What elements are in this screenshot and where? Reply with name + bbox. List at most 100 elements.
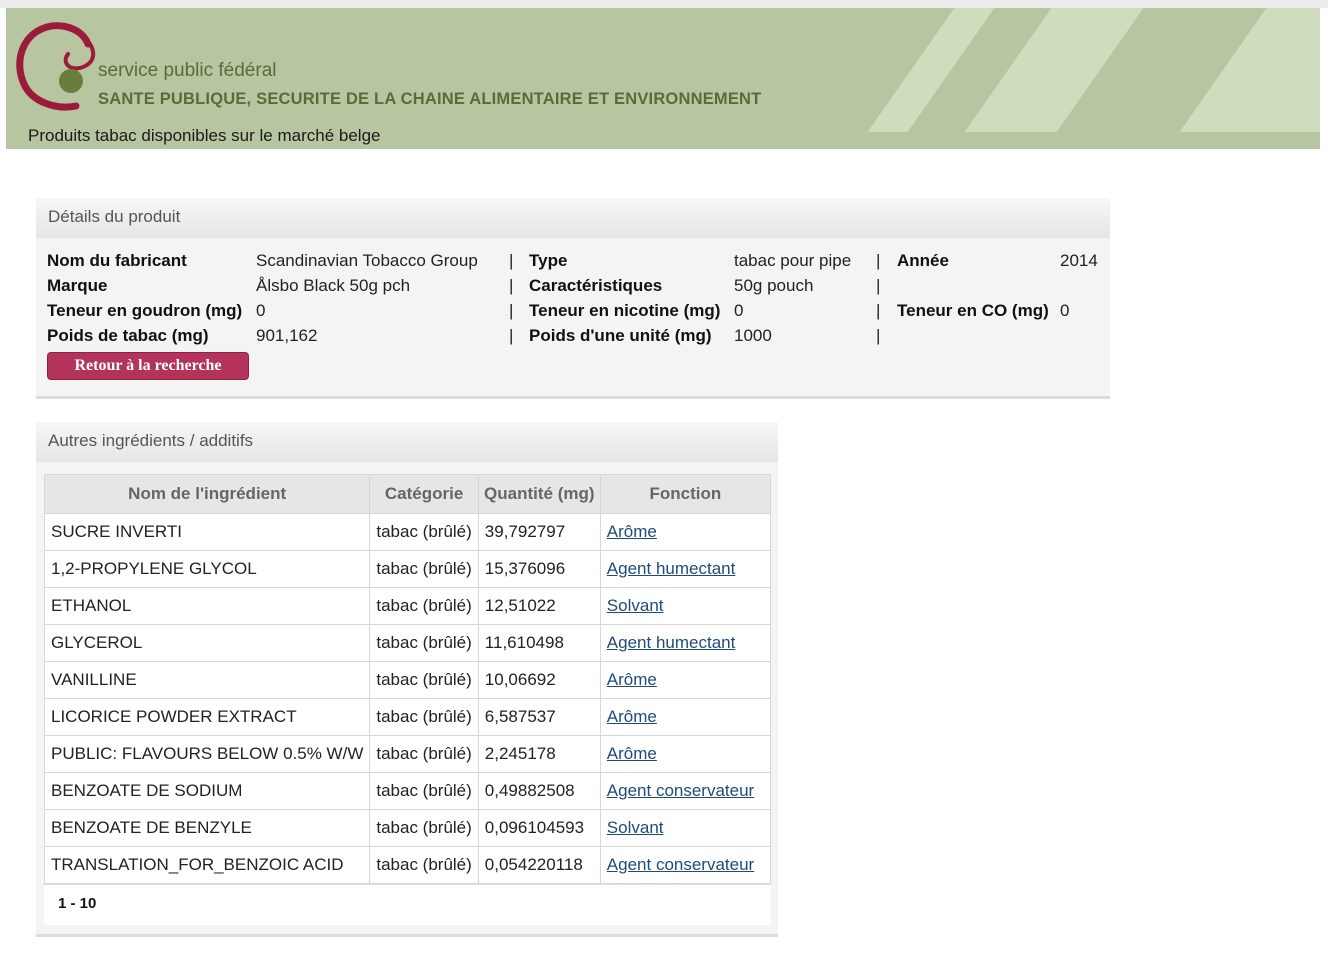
type-label: Type: [529, 251, 568, 270]
back-to-search-button[interactable]: Retour à la recherche: [47, 352, 249, 380]
year-value: 2014: [1060, 251, 1098, 270]
quantity-cell: 39,792797: [477, 513, 601, 551]
quantity-cell: 2,245178: [477, 735, 601, 773]
ingredient-name-cell: PUBLIC: FLAVOURS BELOW 0.5% W/W: [43, 735, 371, 773]
function-link[interactable]: Arôme: [607, 707, 657, 726]
table-row: ETHANOL tabac (brûlé) 12,51022 Solvant: [43, 587, 772, 625]
table-row: TRANSLATION_FOR_BENZOIC ACID tabac (brûlé…: [43, 846, 772, 884]
nicotine-value: 0: [734, 301, 744, 320]
org-name-line2: SANTE PUBLIQUE, SECURITE DE LA CHAINE AL…: [98, 90, 762, 108]
function-cell: Arôme: [599, 661, 772, 699]
quantity-cell: 0,49882508: [477, 772, 601, 810]
tobacco-weight-label: Poids de tabac (mg): [47, 326, 209, 345]
manufacturer-value: Scandinavian Tobacco Group: [256, 251, 478, 270]
function-cell: Agent humectant: [599, 550, 772, 588]
column-separator: |: [509, 326, 514, 345]
column-header-function[interactable]: Fonction: [599, 474, 772, 514]
category-cell: tabac (brûlé): [369, 550, 479, 588]
table-row: BENZOATE DE BENZYLE tabac (brûlé) 0,096104…: [43, 809, 772, 847]
nicotine-label: Teneur en nicotine (mg): [529, 301, 721, 320]
function-cell: Arôme: [599, 698, 772, 736]
category-cell: tabac (brûlé): [369, 772, 479, 810]
table-header-row: Nom de l'ingrédient Catégorie Quantité (…: [43, 474, 772, 514]
function-link[interactable]: Arôme: [607, 744, 657, 763]
ingredient-name-cell: SUCRE INVERTI: [43, 513, 371, 551]
year-label: Année: [897, 251, 949, 270]
co-label: Teneur en CO (mg): [897, 301, 1049, 320]
category-cell: tabac (brûlé): [369, 735, 479, 773]
tobacco-weight-value: 901,162: [256, 326, 318, 345]
function-cell: Arôme: [599, 735, 772, 773]
additives-panel: Autres ingrédients / additifs Nom de l'i…: [36, 422, 778, 937]
function-link[interactable]: Solvant: [607, 596, 664, 615]
column-separator: |: [876, 251, 881, 270]
header-stripe-decoration: [964, 8, 1144, 132]
quantity-cell: 12,51022: [477, 587, 601, 625]
brand-label: Marque: [47, 276, 108, 295]
additives-table-container: Nom de l'ingrédient Catégorie Quantité (…: [43, 474, 772, 925]
function-cell: Solvant: [599, 587, 772, 625]
ingredient-name-cell: BENZOATE DE SODIUM: [43, 772, 371, 810]
ingredient-name-cell: 1,2-PROPYLENE GLYCOL: [43, 550, 371, 588]
brand-value: Ålsbo Black 50g pch: [256, 276, 411, 295]
function-link[interactable]: Arôme: [607, 522, 657, 541]
header-stripe-decoration: [867, 8, 995, 132]
table-row: VANILLINE tabac (brûlé) 10,06692 Arôme: [43, 661, 772, 699]
characteristics-value: 50g pouch: [734, 276, 814, 295]
column-separator: |: [876, 301, 881, 320]
table-row: BENZOATE DE SODIUM tabac (brûlé) 0,4988250…: [43, 772, 772, 810]
function-cell: Agent conservateur: [599, 772, 772, 810]
column-separator: |: [509, 276, 514, 295]
top-strip: [0, 0, 1328, 8]
quantity-cell: 0,054220118: [477, 846, 601, 884]
panel-title: Détails du produit: [36, 198, 1110, 238]
column-separator: |: [876, 276, 881, 295]
site-subtitle: Produits tabac disponibles sur le marché…: [28, 126, 381, 145]
function-cell: Agent conservateur: [599, 846, 772, 884]
ingredient-name-cell: VANILLINE: [43, 661, 371, 699]
table-row: LICORICE POWDER EXTRACT tabac (brûlé) 6,58…: [43, 698, 772, 736]
ingredient-name-cell: LICORICE POWDER EXTRACT: [43, 698, 371, 736]
unit-weight-label: Poids d'une unité (mg): [529, 326, 712, 345]
column-separator: |: [509, 251, 514, 270]
quantity-cell: 11,610498: [477, 624, 601, 662]
function-cell: Solvant: [599, 809, 772, 847]
function-cell: Arôme: [599, 513, 772, 551]
function-link[interactable]: Agent conservateur: [607, 781, 754, 800]
header-stripe-decoration: [1179, 8, 1320, 132]
category-cell: tabac (brûlé): [369, 624, 479, 662]
tar-value: 0: [256, 301, 266, 320]
function-cell: Agent humectant: [599, 624, 772, 662]
table-row: 1,2-PROPYLENE GLYCOL tabac (brûlé) 15,3760…: [43, 550, 772, 588]
panel-title: Autres ingrédients / additifs: [36, 422, 778, 462]
column-header-category[interactable]: Catégorie: [369, 474, 479, 514]
category-cell: tabac (brûlé): [369, 587, 479, 625]
pagination-range: 1 - 10: [44, 884, 771, 925]
type-value: tabac pour pipe: [734, 251, 852, 270]
function-link[interactable]: Agent humectant: [607, 633, 736, 652]
table-row: PUBLIC: FLAVOURS BELOW 0.5% W/W tabac (br…: [43, 735, 772, 773]
category-cell: tabac (brûlé): [369, 809, 479, 847]
column-header-ingredient[interactable]: Nom de l'ingrédient: [43, 474, 371, 514]
quantity-cell: 15,376096: [477, 550, 601, 588]
site-header: service public fédéral SANTE PUBLIQUE, S…: [6, 8, 1320, 149]
function-link[interactable]: Solvant: [607, 818, 664, 837]
function-link[interactable]: Agent humectant: [607, 559, 736, 578]
ingredient-name-cell: GLYCEROL: [43, 624, 371, 662]
table-row: GLYCEROL tabac (brûlé) 11,610498 Agent hume…: [43, 624, 772, 662]
function-link[interactable]: Agent conservateur: [607, 855, 754, 874]
function-link[interactable]: Arôme: [607, 670, 657, 689]
ingredient-name-cell: TRANSLATION_FOR_BENZOIC ACID: [43, 846, 371, 884]
manufacturer-label: Nom du fabricant: [47, 251, 187, 270]
spf-logo-icon: [16, 22, 96, 111]
ingredient-name-cell: ETHANOL: [43, 587, 371, 625]
column-header-quantity[interactable]: Quantité (mg): [477, 474, 601, 514]
category-cell: tabac (brûlé): [369, 698, 479, 736]
table-row: SUCRE INVERTI tabac (brûlé) 39,792797 Arôme: [43, 513, 772, 551]
quantity-cell: 10,06692: [477, 661, 601, 699]
ingredient-name-cell: BENZOATE DE BENZYLE: [43, 809, 371, 847]
product-details-panel: Détails du produit Nom du fabricant Scan…: [36, 198, 1110, 399]
column-separator: |: [876, 326, 881, 345]
additives-table-body: SUCRE INVERTI tabac (brûlé) 39,792797 Arôme…: [43, 513, 772, 884]
tar-label: Teneur en goudron (mg): [47, 301, 243, 320]
